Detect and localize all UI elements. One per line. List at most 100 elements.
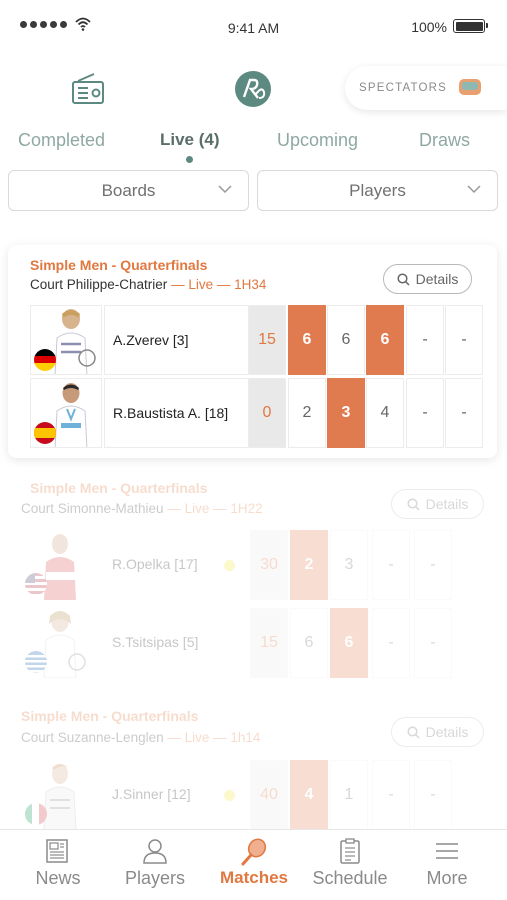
player-name-cell: A.Zverev [3] <box>104 305 309 375</box>
match-round: Simple Men - Quarterfinals <box>30 257 208 273</box>
nav-label: News <box>35 868 81 888</box>
nav-label: Schedule <box>312 868 388 888</box>
set-score: 3 <box>330 530 368 600</box>
set-score: - <box>414 530 452 600</box>
set-score: - <box>445 378 483 448</box>
set-score: 4 <box>290 760 328 830</box>
player-photo <box>22 760 94 830</box>
set-score: - <box>445 305 483 375</box>
point-score: 15 <box>248 305 286 375</box>
chevron-down-icon <box>218 185 232 194</box>
usa-flag-icon <box>25 573 47 595</box>
roland-garros-logo-icon[interactable] <box>234 70 272 108</box>
nav-label: Matches <box>219 868 289 887</box>
player-name-cell: J.Sinner [12] <box>104 760 264 830</box>
serve-indicator <box>224 560 235 571</box>
details-button[interactable]: Details <box>391 489 484 519</box>
set-score: - <box>414 760 452 830</box>
set-score: 4 <box>366 378 404 448</box>
tab-draws[interactable]: Draws <box>419 130 470 151</box>
player-icon <box>143 839 167 864</box>
match-court: Court Philippe-Chatrier — Live — 1H34 <box>30 277 267 292</box>
active-tab-indicator <box>186 156 193 163</box>
player-row[interactable]: J.Sinner [12] 40 4 1 - - <box>22 760 492 830</box>
nav-schedule[interactable]: Schedule <box>300 830 400 900</box>
menu-icon <box>436 843 458 859</box>
nav-news[interactable]: News <box>8 830 108 900</box>
battery-percent: 100% <box>411 19 447 35</box>
radio-icon[interactable] <box>70 72 106 106</box>
ticket-icon <box>459 79 481 95</box>
match-court: Court Simonne-Mathieu — Live — 1H22 <box>21 501 263 516</box>
point-score: 0 <box>248 378 286 448</box>
player-name: R.Baustista A. [18] <box>113 405 229 421</box>
set-score: - <box>372 608 410 678</box>
player-name-cell: S.Tsitsipas [5] <box>104 608 264 678</box>
chevron-down-icon <box>467 185 481 194</box>
set-score: - <box>372 760 410 830</box>
spain-flag-icon <box>34 422 56 444</box>
nav-matches[interactable]: Matches <box>204 830 304 900</box>
set-score: 6 <box>288 305 326 375</box>
spectators-button[interactable]: SPECTATORS <box>345 66 507 110</box>
search-icon <box>397 272 410 286</box>
players-dropdown-label: Players <box>349 181 406 200</box>
tab-completed[interactable]: Completed <box>18 130 105 151</box>
set-score: 2 <box>290 530 328 600</box>
clipboard-icon <box>340 838 360 864</box>
match-tabs: Completed Live (4) Upcoming Draws <box>0 130 507 164</box>
set-score: 6 <box>330 608 368 678</box>
set-score: - <box>406 378 444 448</box>
boards-dropdown[interactable]: Boards <box>8 170 249 211</box>
match-court: Court Suzanne-Lenglen — Live — 1h14 <box>21 730 261 745</box>
nav-label: Players <box>124 868 186 888</box>
point-score: 30 <box>250 530 288 600</box>
tab-upcoming[interactable]: Upcoming <box>277 130 358 151</box>
set-score: 3 <box>327 378 365 448</box>
racket-icon <box>241 838 267 866</box>
player-row[interactable]: R.Baustista A. [18] 0 2 3 4 - - <box>30 378 483 448</box>
set-score: - <box>372 530 410 600</box>
news-icon <box>46 839 68 863</box>
nav-players[interactable]: Players <box>105 830 205 900</box>
player-name: A.Zverev [3] <box>113 332 189 348</box>
details-button[interactable]: Details <box>383 264 472 294</box>
italy-flag-icon <box>25 803 47 825</box>
boards-dropdown-label: Boards <box>101 181 156 200</box>
serve-indicator <box>224 790 235 801</box>
match-round: Simple Men - Quarterfinals <box>30 480 208 496</box>
search-icon <box>407 497 420 511</box>
set-score: - <box>406 305 444 375</box>
player-row[interactable]: A.Zverev [3] 15 6 6 6 - - <box>30 305 483 375</box>
player-row[interactable]: R.Opelka [17] 30 2 3 - - <box>22 530 492 600</box>
bottom-navigation: News Players Matches Schedule More <box>0 829 507 900</box>
player-photo <box>22 608 94 678</box>
nav-label: More <box>426 868 468 888</box>
player-photo <box>22 530 94 600</box>
set-score: - <box>414 608 452 678</box>
set-score: 2 <box>288 378 326 448</box>
set-score: 6 <box>327 305 365 375</box>
player-name-cell: R.Opelka [17] <box>104 530 264 600</box>
match-card[interactable]: Simple Men - Quarterfinals Court Suzanne… <box>8 700 497 830</box>
nav-more[interactable]: More <box>397 830 497 900</box>
player-name-cell: R.Baustista A. [18] <box>104 378 264 448</box>
player-row[interactable]: S.Tsitsipas [5] 15 6 6 - - <box>22 608 492 678</box>
player-photo <box>30 305 102 375</box>
greece-flag-icon <box>25 651 47 673</box>
players-dropdown[interactable]: Players <box>257 170 498 211</box>
set-score: 1 <box>330 760 368 830</box>
set-score: 6 <box>366 305 404 375</box>
point-score: 40 <box>250 760 288 830</box>
match-card[interactable]: Simple Men - Quarterfinals Court Simonne… <box>8 470 497 690</box>
battery-icon <box>453 19 488 33</box>
germany-flag-icon <box>34 349 56 371</box>
set-score: 6 <box>290 608 328 678</box>
tab-live[interactable]: Live (4) <box>160 130 220 150</box>
details-button[interactable]: Details <box>391 717 484 747</box>
match-card[interactable]: Simple Men - Quarterfinals Court Philipp… <box>8 245 497 458</box>
player-name: R.Opelka [17] <box>112 556 198 572</box>
player-photo <box>30 378 102 448</box>
match-round: Simple Men - Quarterfinals <box>21 708 199 724</box>
status-bar: 9:41 AM 100% <box>0 0 507 52</box>
